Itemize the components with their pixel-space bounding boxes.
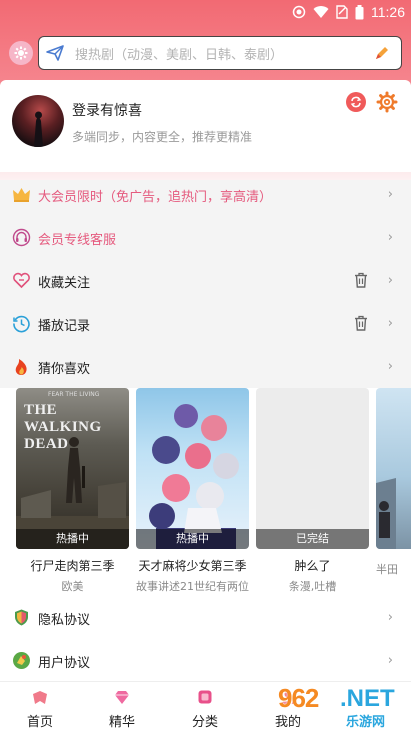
- diamond-icon: [115, 691, 129, 704]
- search-bar[interactable]: 搜热剧（动漫、美剧、日韩、泰剧）: [38, 36, 402, 70]
- chevron-right-icon: ›: [387, 273, 393, 288]
- vip-service-row[interactable]: 会员专线客服 ›: [0, 216, 411, 259]
- guess-you-like-label: 猜你喜欢: [38, 362, 91, 377]
- status-bar: 11:26: [0, 0, 411, 24]
- no-sim-icon: [336, 5, 348, 19]
- video-card[interactable]: 半田: [376, 388, 411, 577]
- poster-zenmele: 已完结: [256, 388, 369, 549]
- privacy-label: 隐私协议: [38, 613, 91, 628]
- trash-icon[interactable]: [352, 271, 370, 289]
- site-watermark: 962 .NET 乐游网: [272, 683, 408, 730]
- gear-icon[interactable]: [376, 91, 398, 113]
- chevron-right-icon: ›: [387, 359, 393, 374]
- chevron-right-icon: ›: [387, 610, 393, 625]
- wifi-icon: [313, 6, 329, 19]
- watermark-number: 962: [278, 683, 319, 713]
- record-icon: [292, 5, 306, 19]
- favorites-label: 收藏关注: [38, 276, 91, 291]
- user-agreement-label: 用户协议: [38, 656, 91, 671]
- vip-promo-row[interactable]: 大会员限时（免广告，追热门，享高清） ›: [0, 173, 411, 216]
- home-icon: [33, 691, 47, 704]
- avatar[interactable]: [12, 95, 64, 147]
- privacy-row[interactable]: 隐私协议 ›: [0, 596, 411, 639]
- profile-card: 登录有惊喜 多端同步，内容更全，推荐更精准: [0, 80, 411, 172]
- poster-walking-dead: FEAR THE LIVING THE WALKING DEAD 热播中: [16, 388, 129, 549]
- tab-label: 精华: [108, 715, 135, 730]
- poster-tagline: FEAR THE LIVING: [48, 391, 100, 398]
- poster-partial: [376, 388, 411, 549]
- status-tag: 热播中: [136, 529, 249, 549]
- search-placeholder: 搜热剧（动漫、美剧、日韩、泰剧）: [75, 47, 284, 63]
- chevron-right-icon: ›: [387, 316, 393, 331]
- status-time: 11:26: [371, 4, 405, 20]
- video-card[interactable]: FEAR THE LIVING THE WALKING DEAD 热播中 行尸走…: [16, 388, 129, 594]
- card-title: 肿么了: [294, 559, 331, 573]
- crown-icon: [13, 188, 30, 202]
- login-title[interactable]: 登录有惊喜: [72, 100, 142, 120]
- paper-plane-icon: [46, 45, 64, 61]
- sync-icon[interactable]: [346, 92, 366, 112]
- card-meta: 故事讲述21世纪有两位...: [136, 580, 249, 593]
- chevron-right-icon: ›: [387, 187, 393, 202]
- recommendation-carousel[interactable]: FEAR THE LIVING THE WALKING DEAD 热播中 行尸走…: [0, 388, 411, 596]
- watermark-suffix: .NET: [340, 685, 395, 712]
- card-title: 天才麻将少女第三季: [138, 559, 247, 573]
- vip-promo-label: 大会员限时（免广告，追热门，享高清）: [38, 190, 273, 205]
- tab-category[interactable]: 分类: [165, 682, 245, 732]
- chevron-right-icon: ›: [387, 230, 393, 245]
- tab-label: 分类: [191, 715, 218, 730]
- tab-home[interactable]: 首页: [0, 682, 80, 732]
- battery-icon: [355, 4, 364, 19]
- login-subtitle: 多端同步，内容更全，推荐更精准: [72, 130, 253, 144]
- status-tag: 热播中: [16, 529, 129, 549]
- card-title: 行尸走肉第三季: [30, 559, 115, 573]
- card-meta: 条漫,吐槽: [288, 580, 337, 593]
- status-tag: 已完结: [256, 529, 369, 549]
- favorites-row[interactable]: 收藏关注 ›: [0, 259, 411, 302]
- headset-icon: [12, 228, 31, 247]
- watermark-site: 乐游网: [346, 715, 386, 730]
- category-icon: [198, 690, 212, 704]
- video-card[interactable]: 已完结 肿么了 条漫,吐槽: [256, 388, 369, 594]
- clock-icon: [13, 315, 30, 333]
- guess-you-like-row[interactable]: 猜你喜欢 ›: [0, 345, 411, 388]
- tab-featured[interactable]: 精华: [82, 682, 162, 732]
- card-meta: 半田: [376, 563, 398, 576]
- history-row[interactable]: 播放记录 ›: [0, 302, 411, 345]
- heart-icon: [13, 272, 30, 289]
- pen-icon[interactable]: [373, 44, 391, 62]
- poster-saki: 热播中: [136, 388, 249, 549]
- shield-icon: [15, 609, 28, 626]
- user-agreement-row[interactable]: 用户协议 ›: [0, 639, 411, 681]
- vip-service-label: 会员专线客服: [38, 233, 117, 248]
- tab-label: 首页: [26, 715, 53, 730]
- skin-settings-icon[interactable]: [9, 41, 33, 65]
- video-card[interactable]: 热播中 天才麻将少女第三季 故事讲述21世纪有两位...: [136, 388, 249, 594]
- trash-icon[interactable]: [352, 314, 370, 332]
- history-label: 播放记录: [38, 319, 91, 334]
- agreement-icon: [13, 652, 30, 669]
- card-meta: 欧美: [61, 580, 84, 593]
- fire-icon: [15, 359, 27, 375]
- chevron-right-icon: ›: [387, 653, 393, 668]
